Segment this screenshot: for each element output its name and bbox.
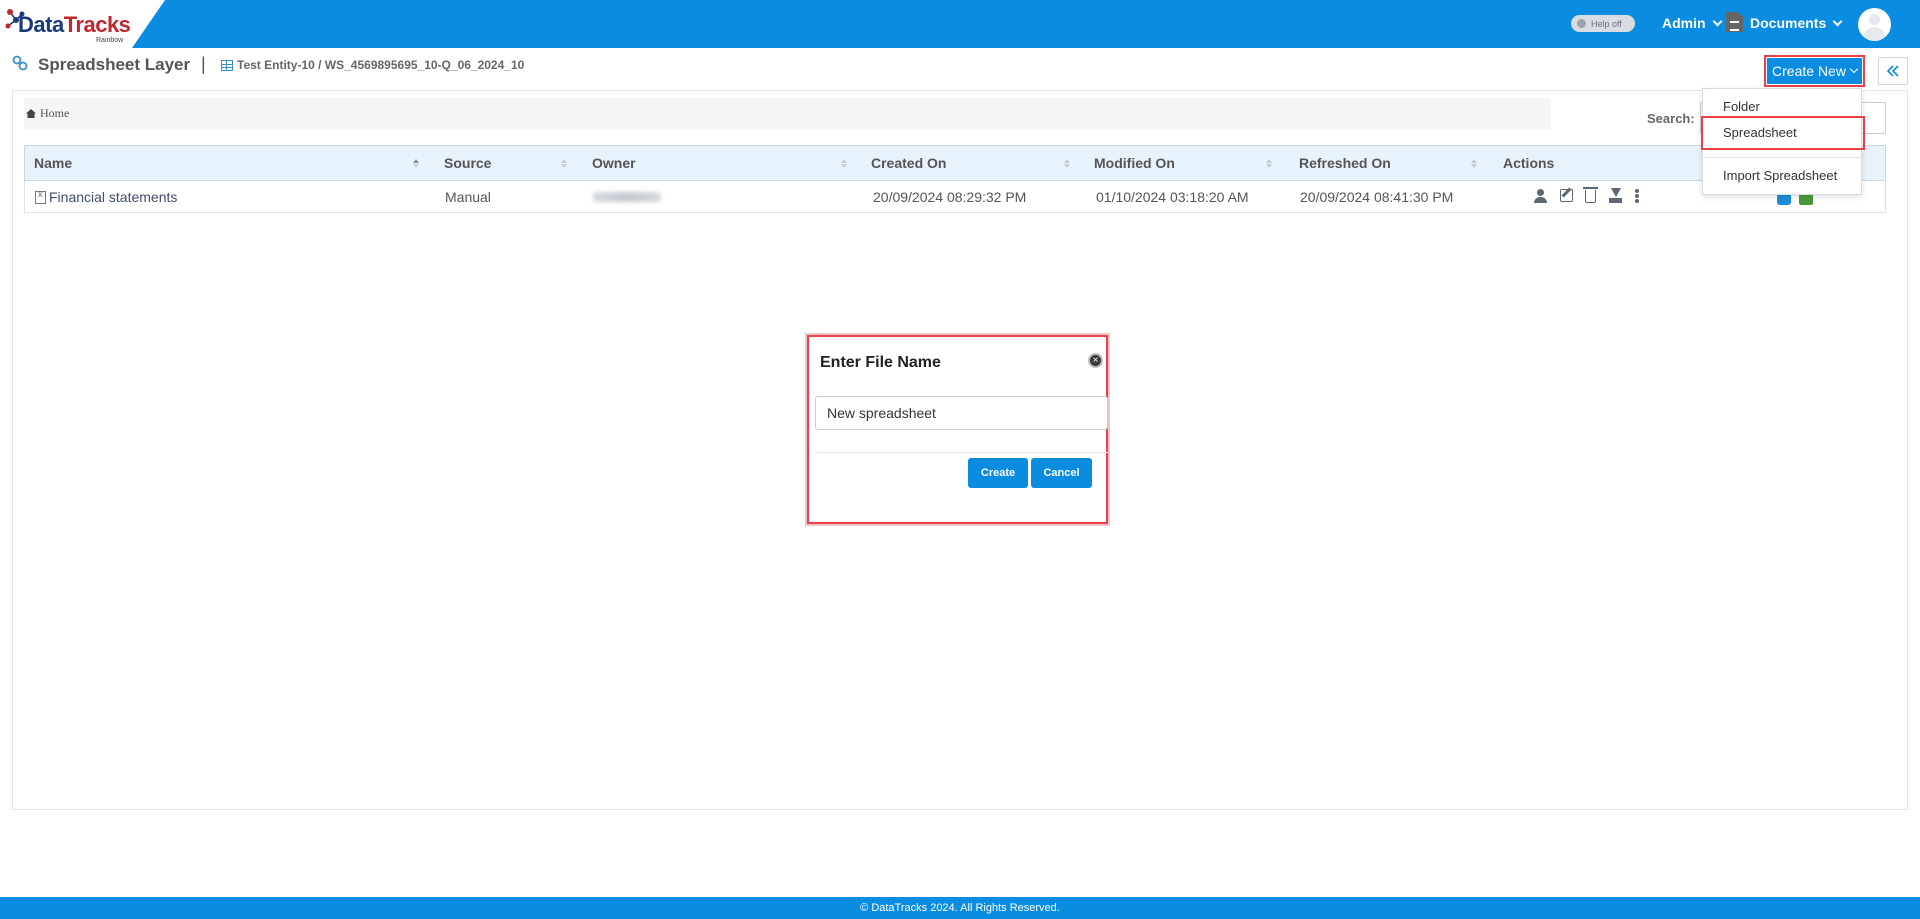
avatar-body — [1864, 27, 1885, 41]
dialog-title: Enter File Name — [820, 354, 941, 371]
files-table: Name Source Owner Created On Modified On… — [24, 145, 1886, 213]
dialog-divider — [815, 452, 1108, 453]
document-icon[interactable] — [1726, 12, 1743, 32]
spreadsheet-file-icon — [35, 189, 46, 204]
chevron-down-icon — [1849, 64, 1859, 74]
search-label: Search: — [1647, 111, 1695, 126]
link-icon — [12, 55, 28, 71]
page-header: Spreadsheet Layer | Test Entity-10 / WS_… — [0, 50, 1920, 90]
sort-icon[interactable] — [1266, 156, 1273, 169]
page-title: Spreadsheet Layer — [38, 55, 191, 74]
owner-redacted — [593, 192, 661, 202]
column-header-name[interactable]: Name — [34, 155, 72, 171]
breadcrumb-bar — [24, 98, 1551, 129]
workspace-path: Test Entity-10 / WS_4569895695_10-Q_06_2… — [221, 58, 524, 72]
file-refreshed: 20/09/2024 08:41:30 PM — [1300, 189, 1454, 205]
file-name-input[interactable] — [815, 396, 1108, 430]
column-header-modified[interactable]: Modified On — [1094, 155, 1175, 171]
row-actions — [1533, 187, 1639, 203]
sort-icon[interactable] — [413, 156, 420, 169]
collapse-panel-button[interactable] — [1878, 57, 1908, 85]
footer: © DataTracks 2024. All Rights Reserved. — [0, 897, 1920, 919]
file-name: Financial statements — [49, 189, 178, 205]
file-created: 20/09/2024 08:29:32 PM — [873, 189, 1027, 205]
workspace-path-text: Test Entity-10 / WS_4569895695_10-Q_06_2… — [237, 58, 525, 72]
spreadsheet-highlight — [1701, 116, 1865, 150]
column-header-source[interactable]: Source — [444, 155, 491, 171]
delete-icon[interactable] — [1583, 187, 1598, 203]
sort-icon[interactable] — [561, 156, 568, 169]
file-name-dialog: Enter File Name × Create Cancel — [807, 335, 1108, 524]
documents-menu[interactable]: Documents — [1750, 15, 1843, 31]
table-icon — [221, 59, 233, 71]
chevron-down-icon — [1832, 16, 1843, 26]
column-header-actions: Actions — [1503, 155, 1555, 171]
sort-icon[interactable] — [1471, 156, 1478, 169]
home-icon — [26, 109, 36, 118]
file-name-link[interactable]: Financial statements — [35, 189, 177, 205]
sort-icon[interactable] — [1064, 156, 1071, 169]
table-row[interactable]: Financial statements Manual 20/09/2024 0… — [24, 181, 1886, 213]
title-separator: | — [201, 54, 206, 74]
user-avatar[interactable] — [1858, 8, 1891, 41]
create-new-label: Create New — [1772, 63, 1846, 79]
cancel-button[interactable]: Cancel — [1031, 458, 1092, 488]
file-modified: 01/10/2024 03:18:20 AM — [1096, 189, 1249, 205]
avatar-head — [1869, 14, 1880, 25]
menu-item-folder[interactable]: Folder — [1723, 99, 1760, 114]
file-source: Manual — [445, 189, 491, 205]
more-options-icon[interactable] — [1635, 188, 1639, 203]
logo-wordmark: DataTracks — [18, 12, 131, 37]
logo[interactable]: DataTracks Rainbow — [0, 0, 165, 48]
create-button[interactable]: Create — [968, 458, 1028, 488]
admin-menu-label: Admin — [1662, 15, 1706, 31]
file-owner — [593, 189, 661, 202]
logo-subtitle: Rainbow — [96, 37, 124, 44]
top-bar: DataTracks Rainbow Help off Admin Docume… — [0, 0, 1920, 48]
table-header: Name Source Owner Created On Modified On… — [24, 145, 1886, 181]
share-user-icon[interactable] — [1533, 188, 1548, 203]
column-header-owner[interactable]: Owner — [592, 155, 636, 171]
menu-divider — [1703, 157, 1861, 158]
menu-item-import-spreadsheet[interactable]: Import Spreadsheet — [1723, 168, 1837, 183]
download-icon[interactable] — [1608, 188, 1623, 203]
double-chevron-left-icon — [1886, 65, 1899, 77]
sort-icon[interactable] — [841, 156, 848, 169]
chevron-down-icon — [1712, 16, 1723, 26]
create-new-button[interactable]: Create New — [1764, 55, 1865, 87]
column-header-refreshed[interactable]: Refreshed On — [1299, 155, 1391, 171]
edit-icon[interactable] — [1560, 189, 1573, 202]
close-icon[interactable]: × — [1088, 353, 1103, 368]
toggle-knob — [1577, 19, 1586, 28]
column-header-created[interactable]: Created On — [871, 155, 946, 171]
help-toggle-label: Help off — [1591, 18, 1622, 29]
admin-menu[interactable]: Admin — [1662, 15, 1723, 31]
help-toggle[interactable]: Help off — [1571, 15, 1635, 32]
documents-menu-label: Documents — [1750, 15, 1827, 31]
breadcrumb[interactable]: Home — [26, 106, 69, 121]
breadcrumb-home: Home — [40, 106, 70, 120]
